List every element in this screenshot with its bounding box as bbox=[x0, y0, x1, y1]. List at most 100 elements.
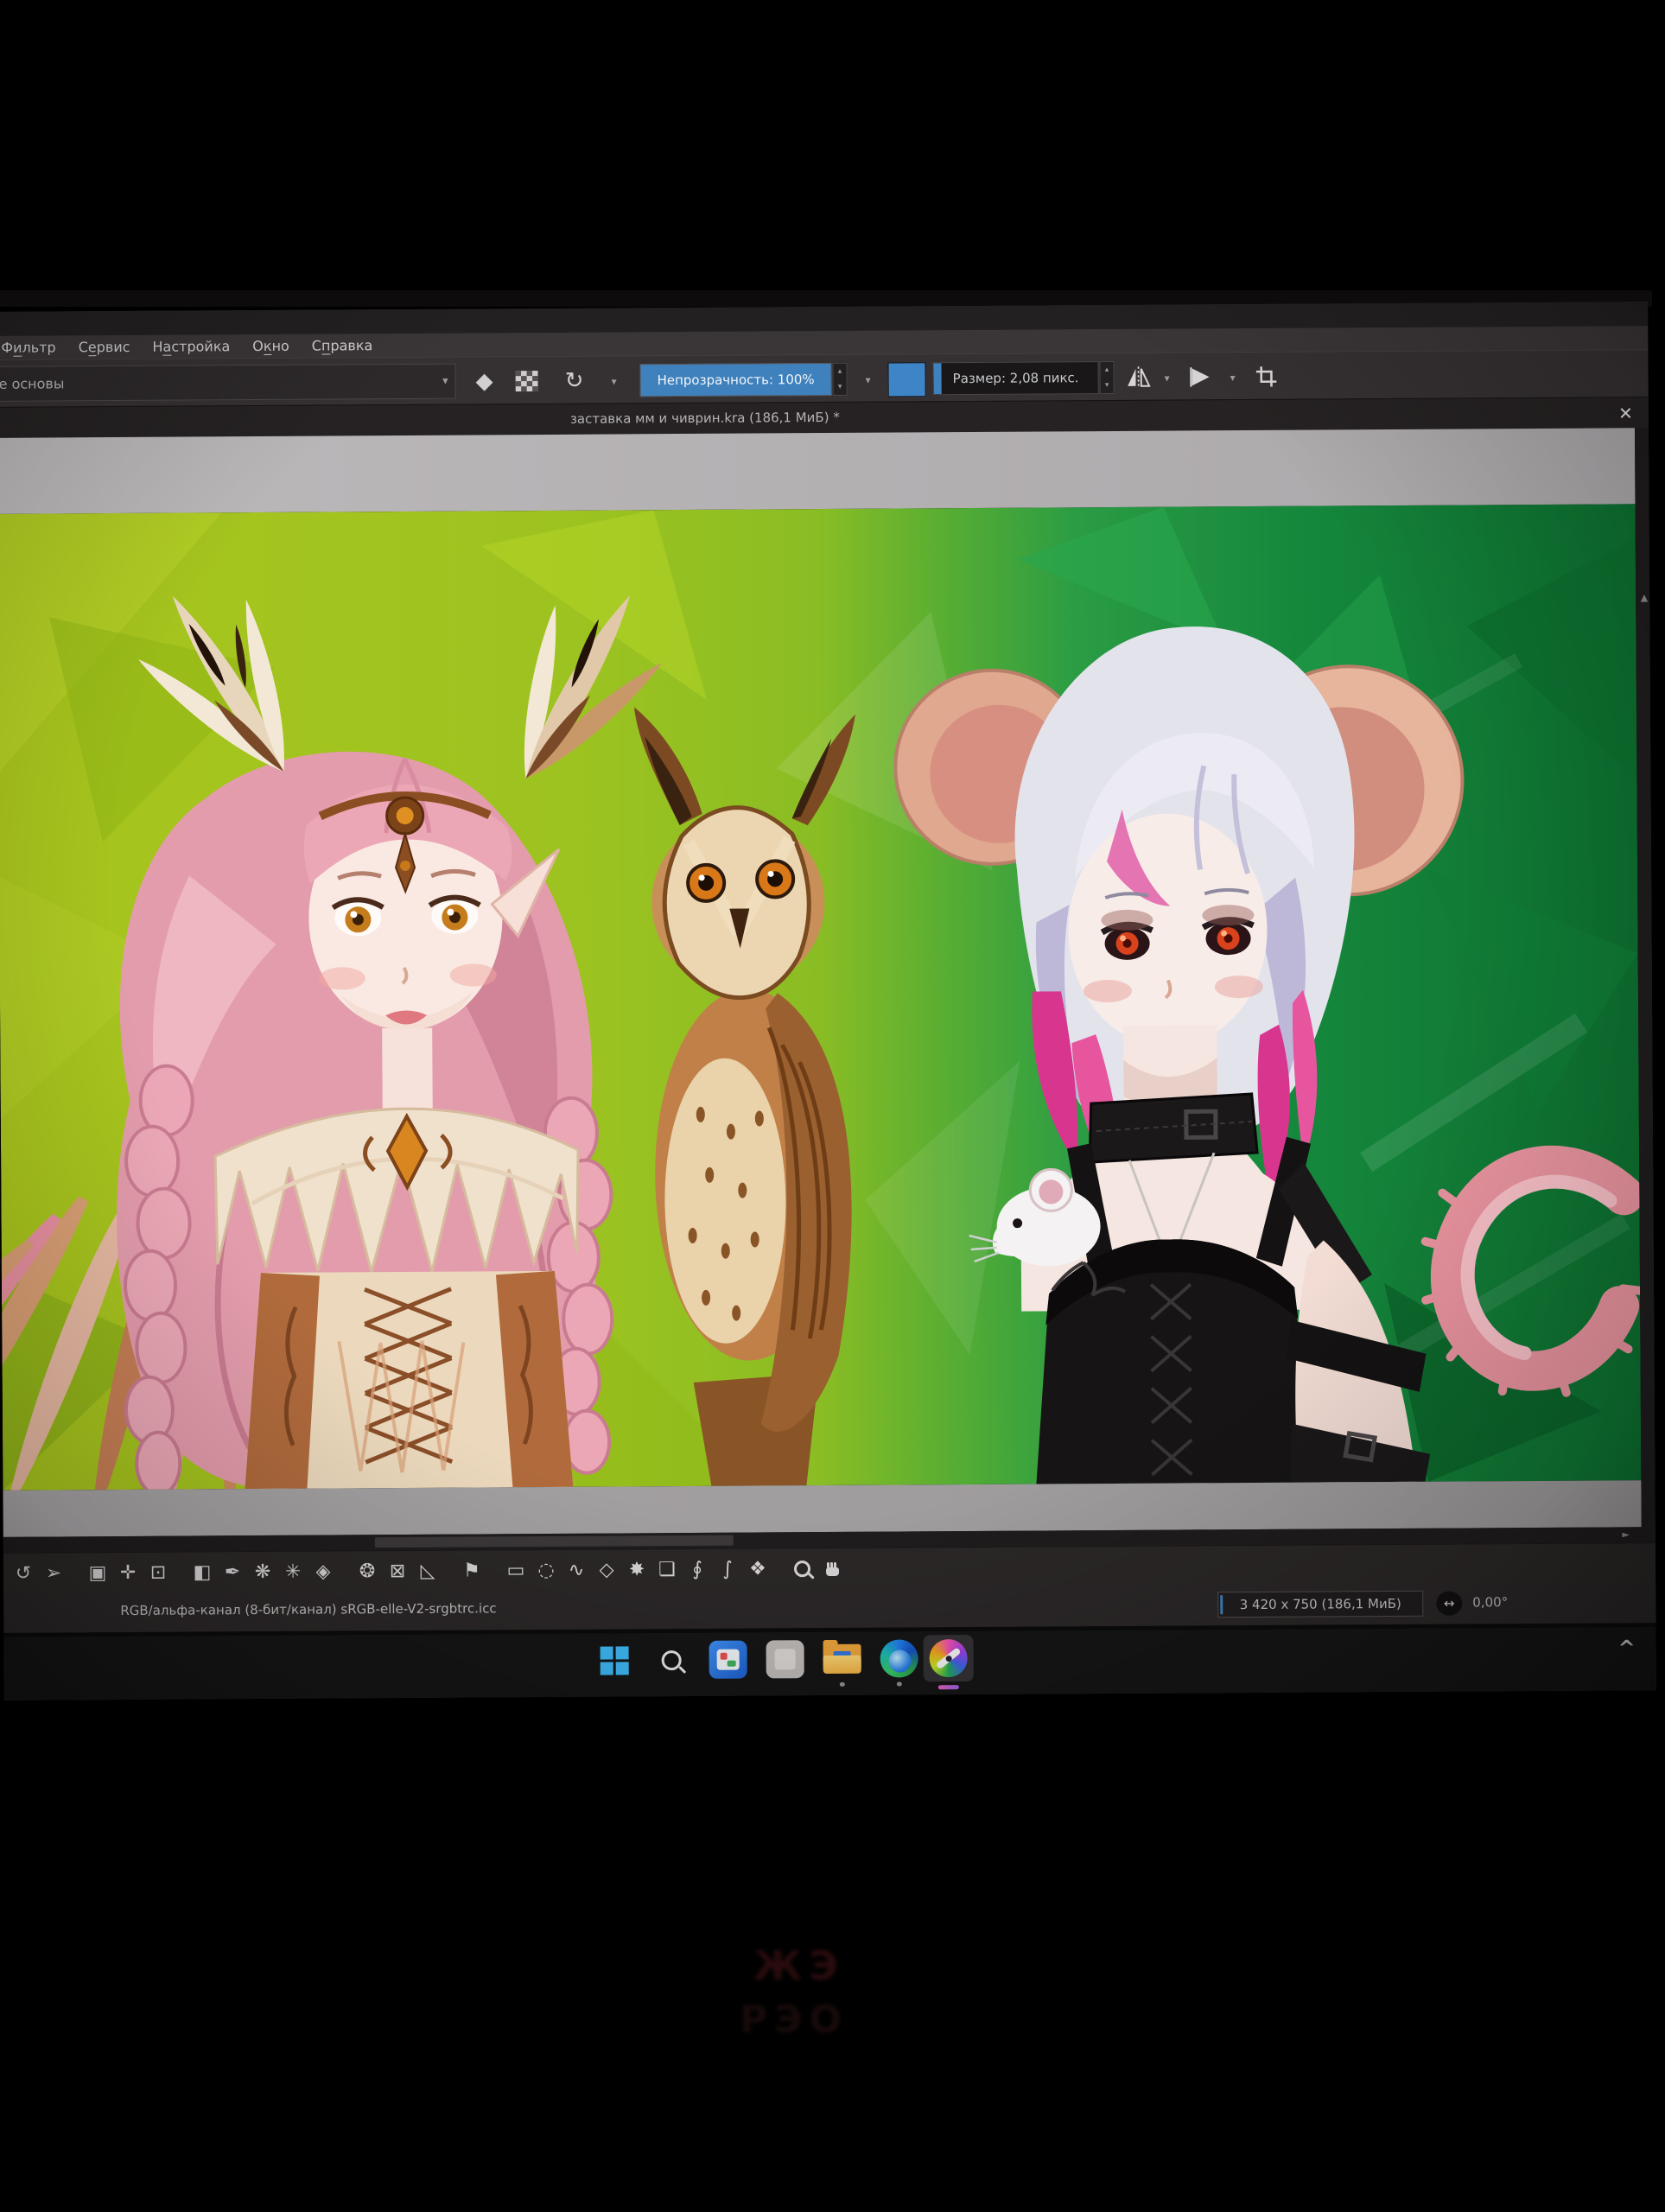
canvas-empty-top bbox=[0, 428, 1636, 514]
menu-settings[interactable]: Настройка bbox=[152, 338, 230, 355]
choker bbox=[1090, 1094, 1257, 1162]
scroll-right-icon[interactable]: ► bbox=[1622, 1529, 1630, 1540]
taskbar-search-button[interactable] bbox=[651, 1640, 691, 1680]
scroll-up-icon[interactable]: ▲ bbox=[1641, 592, 1649, 603]
rotate-icon: ↔ bbox=[1444, 1596, 1455, 1611]
start-button[interactable] bbox=[594, 1640, 634, 1680]
flip-icon bbox=[1188, 365, 1214, 388]
opacity-spinner[interactable]: ▴ ▾ bbox=[832, 363, 847, 396]
edge-icon bbox=[880, 1639, 918, 1677]
crop-tool[interactable]: ⊡ bbox=[145, 1558, 171, 1587]
chevron-down-icon[interactable]: ▾ bbox=[1165, 372, 1170, 385]
ellipse-select-tool[interactable]: ◌ bbox=[533, 1555, 559, 1585]
taskbar-photos-app[interactable] bbox=[709, 1640, 748, 1680]
chevron-down-icon[interactable]: ▾ bbox=[612, 375, 617, 387]
crop-button[interactable] bbox=[1247, 361, 1285, 392]
transform-tool[interactable]: ↺ bbox=[10, 1559, 36, 1588]
color-sampler-tool[interactable]: ✒ bbox=[219, 1558, 245, 1587]
rect-select-tool[interactable]: ▭ bbox=[503, 1556, 529, 1586]
pattern-edit-tool[interactable]: ❋ bbox=[250, 1557, 276, 1586]
spinner-down-icon[interactable]: ▾ bbox=[1101, 378, 1114, 393]
measure-tool[interactable]: ◺ bbox=[415, 1556, 441, 1586]
photo-of-monitor: Фильтр Сервис Настройка Окно Справка е о… bbox=[0, 0, 1665, 2212]
smart-patch-tool[interactable]: ✳ bbox=[280, 1557, 306, 1586]
bodice bbox=[244, 1271, 574, 1489]
krita-window: Фильтр Сервис Настройка Окно Справка е о… bbox=[0, 302, 1656, 1700]
close-icon[interactable]: ✕ bbox=[1618, 403, 1633, 423]
similar-color-select-tool[interactable]: ❏ bbox=[654, 1555, 680, 1585]
tray-overflow-chevron[interactable]: ^ bbox=[1618, 1636, 1636, 1660]
chevron-down-icon: ▾ bbox=[442, 375, 448, 388]
taskbar-edge[interactable] bbox=[880, 1638, 919, 1678]
caret bbox=[1220, 1595, 1223, 1614]
canvas-rotation-value: 0,00° bbox=[1472, 1594, 1508, 1610]
taskbar-system-tile[interactable] bbox=[766, 1639, 805, 1679]
size-label: Размер: 2,08 пикс. bbox=[953, 370, 1079, 386]
chevron-down-icon[interactable]: ▾ bbox=[866, 374, 871, 386]
spinner-down-icon[interactable]: ▾ bbox=[834, 379, 847, 395]
running-indicator bbox=[840, 1682, 845, 1687]
mesh-transform-tool[interactable]: ⊠ bbox=[384, 1556, 410, 1586]
menu-filter[interactable]: Фильтр bbox=[1, 339, 55, 355]
zoom-tool[interactable] bbox=[789, 1554, 815, 1584]
krita-icon bbox=[930, 1639, 968, 1677]
windows-taskbar: ^ bbox=[3, 1627, 1655, 1700]
menu-help[interactable]: Справка bbox=[312, 337, 373, 353]
menu-tools[interactable]: Сервис bbox=[79, 339, 130, 355]
wrap-around-button[interactable] bbox=[1181, 361, 1219, 392]
mirror-canvas-button[interactable] bbox=[1119, 362, 1157, 393]
size-spinner[interactable]: ▴ ▾ bbox=[1099, 361, 1114, 394]
chevron-down-icon[interactable]: ▾ bbox=[1230, 372, 1236, 384]
reflection-text: РЭО bbox=[740, 1998, 848, 2042]
opacity-slider[interactable]: Непрозрачность: 100% bbox=[639, 363, 831, 397]
folder-icon bbox=[823, 1644, 861, 1674]
outline-select-tool[interactable]: ❖ bbox=[745, 1554, 771, 1584]
eraser-mode-button[interactable]: ◆ bbox=[468, 365, 501, 397]
image-dimensions-box[interactable]: 3 420 x 750 (186,1 МиБ) bbox=[1217, 1591, 1423, 1618]
polygonal-select-tool[interactable]: ◇ bbox=[594, 1555, 620, 1585]
reload-preset-button[interactable]: ↻ bbox=[558, 365, 591, 397]
brush-preset-combobox[interactable]: е основы ▾ bbox=[0, 364, 456, 402]
contiguous-select-tool[interactable]: ✸ bbox=[624, 1555, 650, 1585]
document-tab[interactable]: заставка мм и чиврин.kra (186,1 МиБ) * bbox=[480, 409, 930, 427]
transform-frame-tool[interactable]: ▣ bbox=[85, 1559, 111, 1588]
reference-images-tool[interactable]: ⚑ bbox=[459, 1556, 485, 1586]
gradient-tool[interactable]: ◧ bbox=[189, 1558, 215, 1587]
size-slider-fill bbox=[933, 363, 941, 394]
freehand-select-tool[interactable]: ∿ bbox=[563, 1555, 589, 1585]
preserve-alpha-button[interactable] bbox=[516, 371, 538, 391]
menu-window[interactable]: Окно bbox=[252, 338, 289, 354]
select-shapes-tool[interactable]: ➢ bbox=[41, 1559, 67, 1588]
gray-app-icon bbox=[766, 1640, 804, 1678]
spinner-up-icon[interactable]: ▴ bbox=[1100, 362, 1113, 378]
reload-icon: ↻ bbox=[565, 368, 584, 394]
fill-tool[interactable]: ◈ bbox=[310, 1557, 336, 1586]
foreground-color-swatch[interactable] bbox=[887, 362, 925, 397]
reflection-text: ЖЭ bbox=[753, 1942, 845, 1989]
active-app-indicator bbox=[938, 1685, 959, 1689]
move-tool[interactable]: ✛ bbox=[115, 1558, 141, 1587]
taskbar-krita-active[interactable] bbox=[923, 1635, 973, 1681]
crop-icon bbox=[1255, 365, 1279, 389]
painting-canvas[interactable] bbox=[0, 504, 1641, 1491]
taskbar-file-explorer[interactable] bbox=[823, 1639, 862, 1679]
running-indicator bbox=[897, 1681, 902, 1686]
brush-size-slider[interactable]: Размер: 2,08 пикс. bbox=[932, 361, 1098, 395]
spinner-up-icon[interactable]: ▴ bbox=[833, 364, 846, 379]
canvas-rotation-button[interactable]: ↔ bbox=[1436, 1592, 1462, 1616]
canvas-viewport: ► ▲ bbox=[0, 428, 1655, 1553]
mirror-icon bbox=[1126, 366, 1152, 389]
photos-app-icon bbox=[709, 1641, 747, 1679]
color-profile-status: RGB/альфа-канал (8-бит/канал) sRGB-elle-… bbox=[120, 1600, 496, 1618]
enclose-fill-tool[interactable]: ❂ bbox=[354, 1557, 380, 1586]
scrollbar-thumb[interactable] bbox=[375, 1535, 734, 1548]
brush-preset-label: е основы bbox=[0, 375, 65, 391]
pan-tool[interactable] bbox=[819, 1554, 845, 1583]
hand-icon bbox=[826, 1567, 839, 1576]
eraser-icon: ◆ bbox=[476, 368, 493, 394]
magnetic-select-tool[interactable]: ∮ bbox=[684, 1554, 710, 1584]
bezier-select-tool[interactable]: ∫ bbox=[715, 1554, 740, 1584]
windows-logo-icon bbox=[600, 1646, 628, 1675]
magnifier-icon bbox=[793, 1560, 810, 1577]
opacity-label: Непрозрачность: 100% bbox=[658, 372, 815, 388]
